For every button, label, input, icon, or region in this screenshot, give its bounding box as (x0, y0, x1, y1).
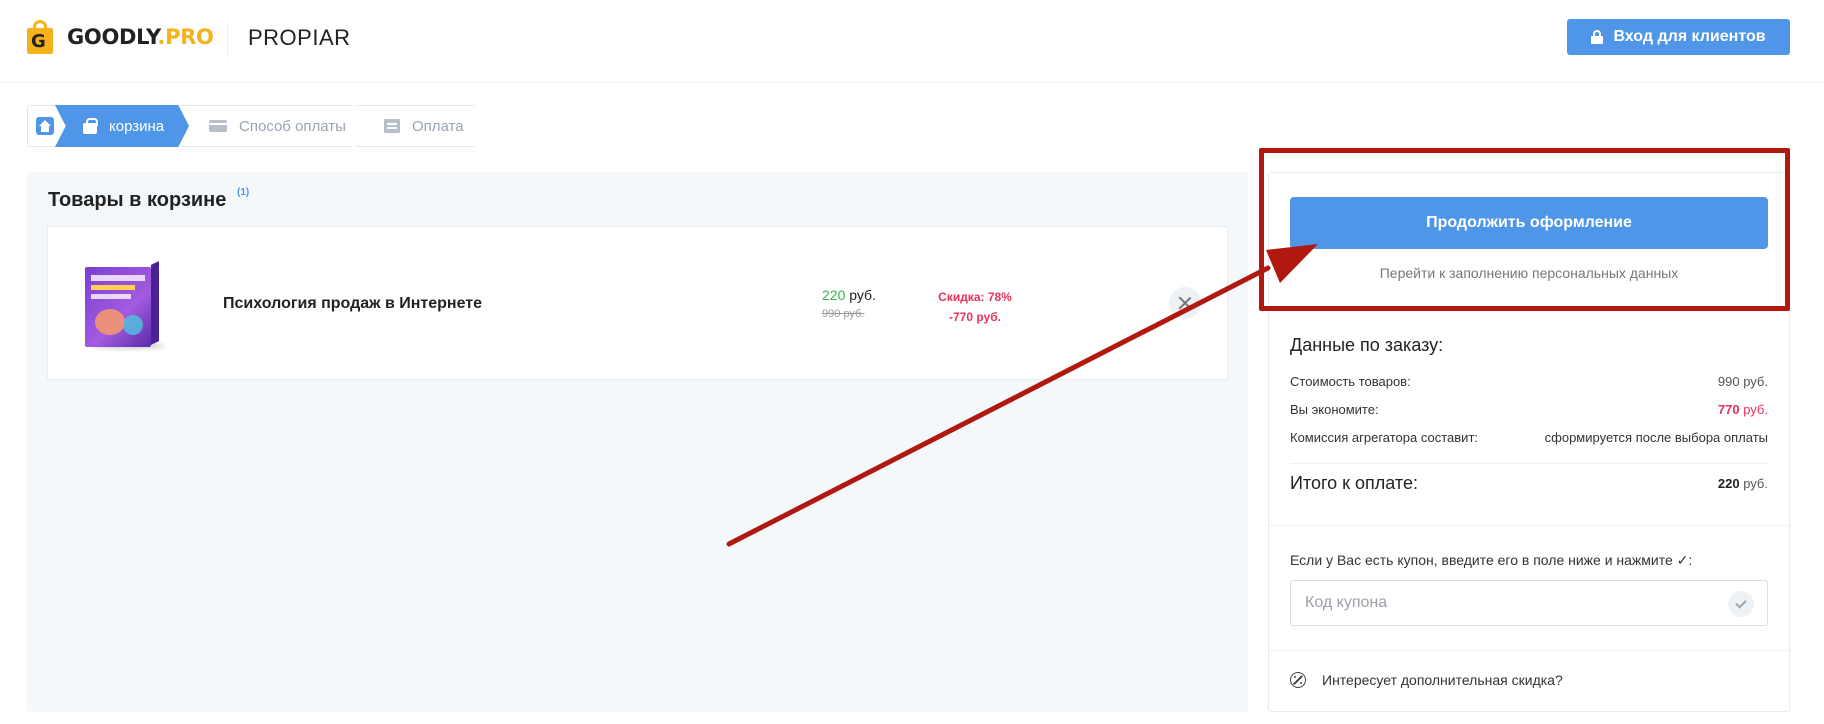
step-cart-label: корзина (109, 117, 165, 135)
goods-cost-label: Стоимость товаров: (1290, 374, 1411, 389)
checkout-action-section: Продолжить оформление Перейти к заполнен… (1269, 173, 1789, 311)
goods-cost-row: Стоимость товаров: 990 руб. (1290, 374, 1768, 389)
continue-checkout-button[interactable]: Продолжить оформление (1290, 197, 1768, 249)
client-login-label: Вход для клиентов (1613, 28, 1766, 45)
logo-text: GOODLY.PRO (67, 25, 214, 49)
discount-percent: Скидка: 78% (938, 290, 1012, 304)
step-payment-method-label: Способ оплаты (239, 117, 346, 135)
home-icon (35, 117, 54, 135)
document-icon (383, 119, 400, 133)
commission-value: сформируется после выбора оплаты (1544, 430, 1768, 445)
commission-label: Комиссия агрегатора составит: (1290, 430, 1479, 445)
step-payment-method[interactable]: Способ оплаты (181, 105, 364, 147)
step-payment[interactable]: Оплата (355, 105, 483, 147)
shop-brand-name: PROPIAR (248, 25, 351, 50)
product-discount: Скидка: 78% -770 руб. (930, 287, 1020, 327)
coupon-apply-button[interactable] (1728, 591, 1754, 617)
step-cart[interactable]: корзина (55, 105, 189, 147)
cart-title: Товары в корзине (48, 189, 227, 211)
cart-count-badge: (1) (237, 187, 250, 198)
summary-divider (1290, 463, 1768, 464)
product-name[interactable]: Психология продаж в Интернете (223, 295, 482, 313)
coupon-label: Если у Вас есть купон, введите его в пол… (1290, 552, 1693, 568)
product-price-currency: руб. (849, 287, 876, 303)
extra-discount-label: Интересует дополнительная скидка? (1322, 672, 1563, 688)
extra-discount-link[interactable]: Интересует дополнительная скидка? (1290, 672, 1563, 688)
site-header: G GOODLY.PRO PROPIAR Вход для клиентов (0, 0, 1824, 81)
coupon-code-input[interactable] (1290, 580, 1768, 626)
header-divider (227, 22, 228, 58)
step-home[interactable] (27, 105, 61, 147)
check-icon (1735, 596, 1747, 609)
total-value: 220 руб. (1717, 476, 1768, 491)
order-details-title: Данные по заказу: (1290, 335, 1444, 355)
total-label: Итого к оплате: (1290, 473, 1418, 493)
product-price: 220 руб. (822, 287, 876, 303)
card-icon (209, 120, 227, 132)
savings-row: Вы экономите: 770 руб. (1290, 402, 1768, 417)
discount-amount: -770 руб. (949, 310, 1001, 324)
savings-value: 770 руб. (1717, 402, 1768, 417)
section-divider (1269, 525, 1789, 526)
percent-icon (1290, 672, 1306, 688)
close-icon (1178, 296, 1192, 310)
lock-icon (1591, 30, 1604, 44)
bag-icon (83, 118, 98, 134)
continue-hint: Перейти к заполнению персональных данных (1379, 265, 1679, 281)
product-price-value: 220 (822, 287, 846, 303)
client-login-button[interactable]: Вход для клиентов (1567, 19, 1790, 55)
cart-panel: Товары в корзине (1) Психология продаж в… (27, 172, 1248, 712)
section-divider-bottom (1269, 650, 1789, 651)
remove-item-button[interactable] (1169, 287, 1201, 319)
checkout-steps: корзина Способ оплаты Оплата (27, 105, 483, 147)
commission-row: Комиссия агрегатора составит: сформирует… (1290, 430, 1768, 445)
product-old-price: 990 руб. (822, 308, 865, 320)
goods-cost-value: 990 руб. (1717, 374, 1768, 389)
goodly-logo[interactable]: G GOODLY.PRO (27, 20, 214, 54)
shopping-bag-logo-icon: G (27, 20, 53, 54)
cart-item-row: Психология продаж в Интернете 220 руб. 9… (47, 226, 1228, 380)
product-image[interactable] (85, 261, 167, 351)
step-payment-label: Оплата (411, 117, 464, 135)
savings-label: Вы экономите: (1290, 402, 1379, 417)
order-summary: Продолжить оформление Перейти к заполнен… (1268, 172, 1790, 712)
